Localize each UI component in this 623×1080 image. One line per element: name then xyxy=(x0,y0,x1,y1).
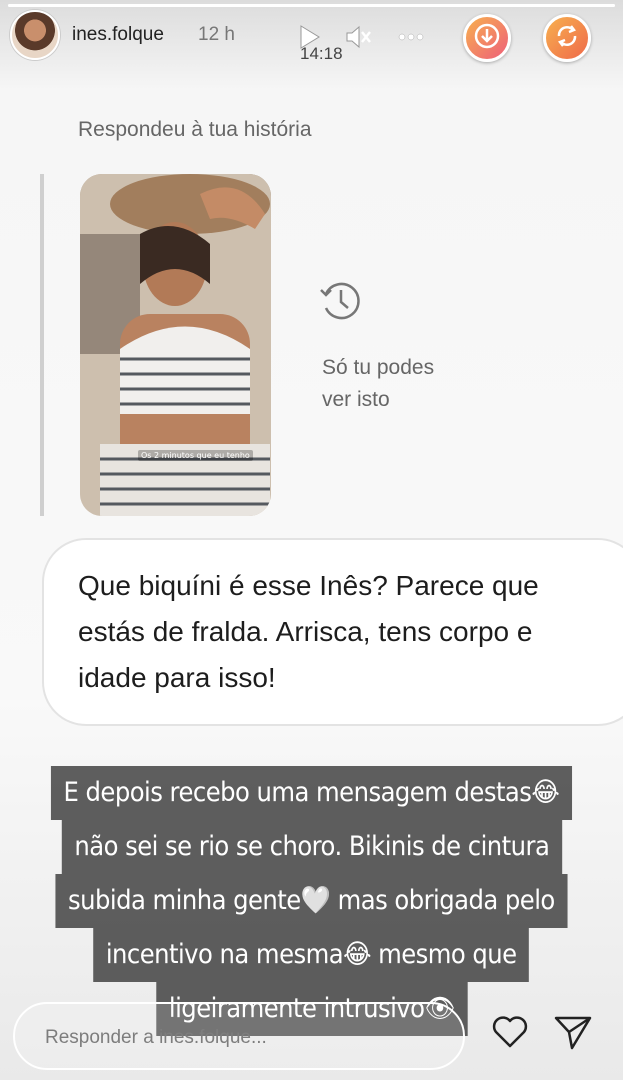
reply-context-title: Respondeu à tua história xyxy=(78,118,312,141)
private-note: Só tu podes ver isto xyxy=(322,352,522,416)
refresh-button[interactable] xyxy=(543,14,591,62)
story-progress-bar xyxy=(8,4,615,7)
story-caption: E depois recebo uma mensagem destas😂 não… xyxy=(0,766,623,1036)
caption-line: não sei se rio se choro. Bikinis de cint… xyxy=(61,820,562,874)
heart-icon[interactable] xyxy=(490,1012,530,1052)
story-header: ines.folque 12 h 14:18 xyxy=(0,8,623,66)
story-view: ines.folque 12 h 14:18 Respondeu à tua h… xyxy=(0,0,623,1080)
thumbnail-caption: Os 2 minutos que eu tenho xyxy=(138,450,253,461)
avatar[interactable] xyxy=(10,10,60,60)
message-text: Que biquíni é esse Inês? Parece que está… xyxy=(78,570,539,693)
story-thumbnail[interactable]: Os 2 minutos que eu tenho xyxy=(80,174,271,516)
caption-line: incentivo na mesma😂 mesmo que xyxy=(93,928,530,982)
reply-field[interactable] xyxy=(13,1002,465,1070)
story-progress-fill xyxy=(8,4,615,7)
quote-bar xyxy=(40,174,44,516)
download-button[interactable] xyxy=(463,14,511,62)
refresh-icon xyxy=(553,22,581,54)
caption-line: E depois recebo uma mensagem destas😂 xyxy=(51,766,572,820)
private-note-line1: Só tu podes xyxy=(322,356,435,379)
history-icon xyxy=(318,278,364,324)
username[interactable]: ines.folque xyxy=(72,24,164,46)
reply-input[interactable] xyxy=(45,1020,445,1056)
download-icon xyxy=(473,22,501,54)
private-note-line2: ver isto xyxy=(322,388,390,411)
mute-icon[interactable] xyxy=(343,22,373,52)
more-icon[interactable] xyxy=(396,22,426,52)
story-time-ago: 12 h xyxy=(198,24,235,45)
play-icon[interactable] xyxy=(294,22,324,52)
send-icon[interactable] xyxy=(552,1012,594,1054)
caption-line: subida minha gente🤍 mas obrigada pelo xyxy=(55,874,568,928)
